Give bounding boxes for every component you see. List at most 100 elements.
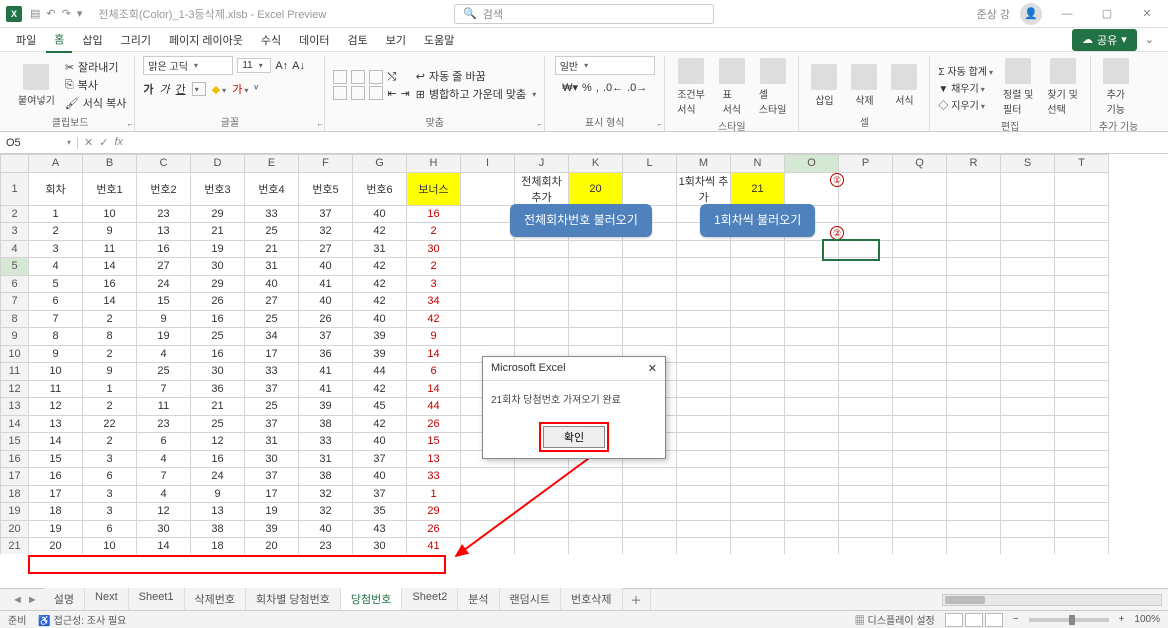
cell-F8[interactable]: 26 bbox=[299, 310, 353, 328]
insert-cells-button[interactable]: 삽입 bbox=[807, 62, 841, 109]
menu-file[interactable]: 파일 bbox=[8, 28, 44, 52]
cell-Q3[interactable] bbox=[893, 223, 947, 241]
cell-J4[interactable] bbox=[515, 240, 569, 258]
cell-N6[interactable] bbox=[731, 275, 785, 293]
sheet-tab-번호삭제[interactable]: 번호삭제 bbox=[561, 588, 622, 612]
row-header-1[interactable]: 1 bbox=[1, 172, 29, 205]
align-launcher-icon[interactable]: ⌐ bbox=[538, 120, 543, 129]
cell-K4[interactable] bbox=[569, 240, 623, 258]
cell-C7[interactable]: 15 bbox=[137, 293, 191, 311]
cell-M6[interactable] bbox=[677, 275, 731, 293]
cell-R12[interactable] bbox=[947, 380, 1001, 398]
cell-K9[interactable] bbox=[569, 328, 623, 346]
cell-O7[interactable] bbox=[785, 293, 839, 311]
cell-S16[interactable] bbox=[1001, 450, 1055, 468]
cell-I6[interactable] bbox=[461, 275, 515, 293]
menu-page-layout[interactable]: 페이지 레이아웃 bbox=[161, 28, 251, 52]
align-top-icon[interactable] bbox=[333, 70, 347, 84]
cell-S9[interactable] bbox=[1001, 328, 1055, 346]
zoom-in-icon[interactable]: + bbox=[1119, 614, 1125, 625]
cell-B7[interactable]: 14 bbox=[83, 293, 137, 311]
cell-A9[interactable]: 8 bbox=[29, 328, 83, 346]
cell-T7[interactable] bbox=[1055, 293, 1109, 311]
enter-formula-icon[interactable]: ✓ bbox=[99, 136, 108, 149]
cell-O15[interactable] bbox=[785, 433, 839, 451]
increase-indent-icon[interactable]: ⇥ bbox=[401, 87, 410, 100]
cell-O6[interactable] bbox=[785, 275, 839, 293]
cell-J17[interactable] bbox=[515, 468, 569, 486]
cell-L9[interactable] bbox=[623, 328, 677, 346]
cell-L7[interactable] bbox=[623, 293, 677, 311]
add-sheet-button[interactable]: ＋ bbox=[623, 589, 651, 611]
cell-Q1[interactable] bbox=[893, 172, 947, 205]
cell-E19[interactable]: 19 bbox=[245, 503, 299, 521]
cell-F2[interactable]: 37 bbox=[299, 205, 353, 223]
cell-Q15[interactable] bbox=[893, 433, 947, 451]
cell-C19[interactable]: 12 bbox=[137, 503, 191, 521]
cell-M10[interactable] bbox=[677, 345, 731, 363]
cell-N17[interactable] bbox=[731, 468, 785, 486]
cell-M17[interactable] bbox=[677, 468, 731, 486]
cell-M1[interactable]: 1회차씩 추가 bbox=[677, 172, 731, 205]
cell-P1[interactable] bbox=[839, 172, 893, 205]
cell-S11[interactable] bbox=[1001, 363, 1055, 381]
sheet-tab-Next[interactable]: Next bbox=[85, 588, 129, 612]
cell-N11[interactable] bbox=[731, 363, 785, 381]
cell-J5[interactable] bbox=[515, 258, 569, 276]
cell-P9[interactable] bbox=[839, 328, 893, 346]
cell-S15[interactable] bbox=[1001, 433, 1055, 451]
cell-P7[interactable] bbox=[839, 293, 893, 311]
cell-L18[interactable] bbox=[623, 485, 677, 503]
user-avatar-icon[interactable]: 👤 bbox=[1020, 3, 1042, 25]
cut-button[interactable]: ✂ 잘라내기 bbox=[65, 59, 127, 75]
cell-G10[interactable]: 39 bbox=[353, 345, 407, 363]
cell-H11[interactable]: 6 bbox=[407, 363, 461, 381]
cell-T15[interactable] bbox=[1055, 433, 1109, 451]
cell-L19[interactable] bbox=[623, 503, 677, 521]
cell-A21[interactable]: 20 bbox=[29, 538, 83, 555]
horizontal-scrollbar[interactable] bbox=[942, 594, 1162, 606]
cell-O8[interactable] bbox=[785, 310, 839, 328]
merge-center-button[interactable]: ⊞ 병합하고 가운데 맞춤 bbox=[416, 86, 536, 102]
cell-G17[interactable]: 40 bbox=[353, 468, 407, 486]
cell-P8[interactable] bbox=[839, 310, 893, 328]
cell-R11[interactable] bbox=[947, 363, 1001, 381]
cell-A17[interactable]: 16 bbox=[29, 468, 83, 486]
col-header-B[interactable]: B bbox=[83, 155, 137, 173]
decrease-font-icon[interactable]: A↓ bbox=[292, 60, 305, 72]
cell-E2[interactable]: 33 bbox=[245, 205, 299, 223]
col-header-F[interactable]: F bbox=[299, 155, 353, 173]
conditional-format-button[interactable]: 조건부 서식 bbox=[673, 56, 709, 118]
cell-R13[interactable] bbox=[947, 398, 1001, 416]
cell-F3[interactable]: 32 bbox=[299, 223, 353, 241]
cell-C6[interactable]: 24 bbox=[137, 275, 191, 293]
cell-A12[interactable]: 11 bbox=[29, 380, 83, 398]
cell-A16[interactable]: 15 bbox=[29, 450, 83, 468]
cell-F15[interactable]: 33 bbox=[299, 433, 353, 451]
cell-E11[interactable]: 33 bbox=[245, 363, 299, 381]
row-header-9[interactable]: 9 bbox=[1, 328, 29, 346]
cell-S3[interactable] bbox=[1001, 223, 1055, 241]
tab-prev-icon[interactable]: ◄ bbox=[12, 594, 23, 606]
menu-insert[interactable]: 삽입 bbox=[74, 28, 110, 52]
menu-draw[interactable]: 그리기 bbox=[113, 28, 159, 52]
align-middle-icon[interactable] bbox=[351, 70, 365, 84]
cell-N4[interactable] bbox=[731, 240, 785, 258]
cell-H8[interactable]: 42 bbox=[407, 310, 461, 328]
font-launcher-icon[interactable]: ⌐ bbox=[318, 120, 323, 129]
cell-D13[interactable]: 21 bbox=[191, 398, 245, 416]
cell-R2[interactable] bbox=[947, 205, 1001, 223]
cell-O19[interactable] bbox=[785, 503, 839, 521]
cell-N14[interactable] bbox=[731, 415, 785, 433]
cell-S19[interactable] bbox=[1001, 503, 1055, 521]
cell-D18[interactable]: 9 bbox=[191, 485, 245, 503]
row-header-10[interactable]: 10 bbox=[1, 345, 29, 363]
load-all-button[interactable]: 전체회차번호 불러오기 bbox=[510, 204, 652, 237]
cell-N18[interactable] bbox=[731, 485, 785, 503]
cell-D7[interactable]: 26 bbox=[191, 293, 245, 311]
cell-C12[interactable]: 7 bbox=[137, 380, 191, 398]
cell-J8[interactable] bbox=[515, 310, 569, 328]
cell-Q9[interactable] bbox=[893, 328, 947, 346]
row-header-19[interactable]: 19 bbox=[1, 503, 29, 521]
select-all-corner[interactable] bbox=[1, 155, 29, 173]
